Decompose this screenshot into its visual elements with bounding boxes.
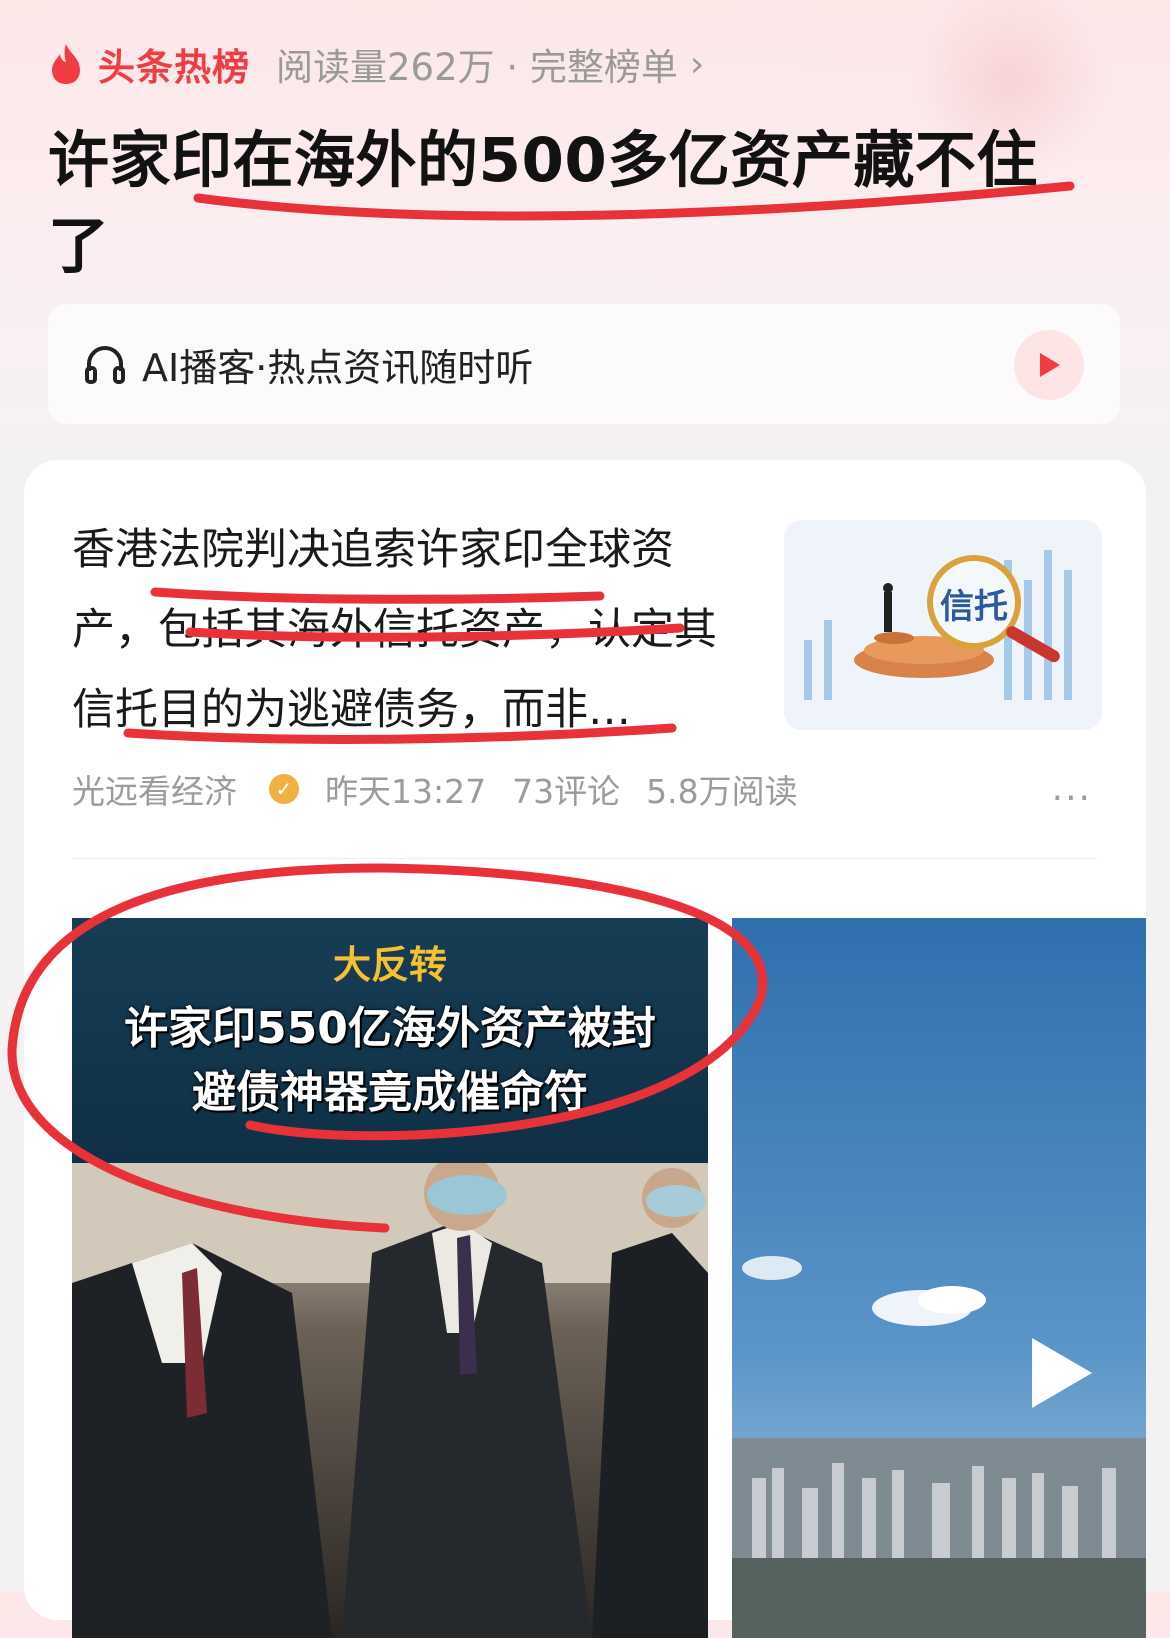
verified-badge-icon: ✓ — [269, 774, 299, 804]
more-options-icon[interactable]: ··· — [1052, 778, 1092, 819]
ai-podcast-bar[interactable]: AI播客·热点资讯随时听 — [48, 304, 1120, 424]
headphones-icon — [85, 346, 125, 384]
ai-podcast-label: AI播客·热点资讯随时听 — [142, 345, 534, 390]
play-icon — [1040, 353, 1060, 377]
flame-icon — [52, 44, 80, 84]
headline[interactable]: 许家印在海外的500多亿资产藏不住了 — [48, 118, 1098, 290]
podcast-play-button[interactable] — [1014, 330, 1084, 400]
trust-illustration: 信托 — [784, 520, 1102, 730]
thumbnail-label: 信托 — [940, 587, 1008, 627]
article-meta: 光远看经济 ✓ 昨天13:27 73评论 5.8万阅读 — [72, 765, 824, 813]
video-headline-2: 避债神器竟成催命符 — [192, 1067, 588, 1118]
divider — [72, 858, 1098, 859]
video-photo — [72, 1155, 708, 1638]
article-thumbnail[interactable]: 信托 — [784, 520, 1102, 730]
author-name[interactable]: 光远看经济 — [72, 765, 237, 813]
read-count: 5.8万阅读 — [646, 772, 798, 811]
chevron-right-icon[interactable]: › — [690, 44, 704, 85]
hot-list-header[interactable]: 头条热榜 阅读量262万 · 完整榜单 › — [48, 36, 704, 92]
hot-list-title: 头条热榜 — [98, 46, 250, 89]
video-thumbnail-2[interactable] — [732, 918, 1146, 1638]
publish-time: 昨天13:27 — [325, 772, 487, 811]
video-thumbnail-1[interactable]: 大反转 许家印550亿海外资产被封 避债神器竟成催命符 — [72, 918, 708, 1638]
hot-list-meta[interactable]: 阅读量262万 · 完整榜单 — [276, 37, 678, 91]
video-subtitle: 大反转 — [332, 943, 447, 987]
comment-count[interactable]: 73评论 — [512, 765, 620, 813]
article-summary[interactable]: 香港法院判决追索许家印全球资产，包括其海外信托资产，认定其信托目的为逃避债务，而… — [72, 510, 742, 750]
article-card[interactable]: 香港法院判决追索许家印全球资产，包括其海外信托资产，认定其信托目的为逃避债务，而… — [24, 460, 1146, 1638]
video-headline-1: 许家印550亿海外资产被封 — [124, 1003, 656, 1054]
